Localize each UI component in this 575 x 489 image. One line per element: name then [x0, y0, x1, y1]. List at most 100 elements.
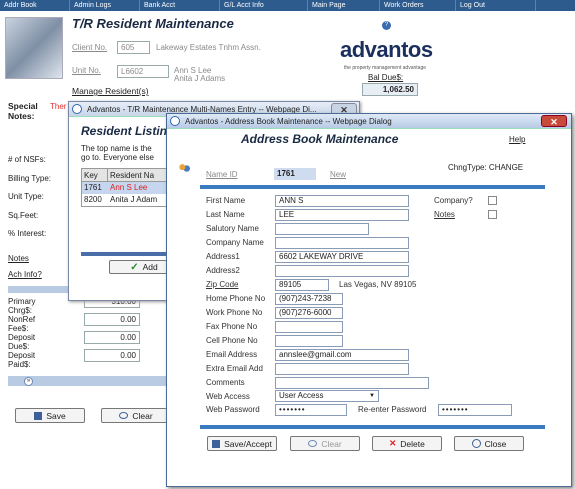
col-key: Key	[82, 169, 108, 181]
menu-item[interactable]: Work Orders	[380, 0, 456, 11]
charge-label: NonRef Fee$:	[8, 315, 36, 333]
listing-text-1: The top name is the	[81, 144, 152, 153]
dialog-bottom-divider	[200, 425, 545, 429]
circle-icon	[119, 412, 129, 419]
bal-due-value: 1,062.50	[362, 83, 418, 96]
client-no-field[interactable]: 605	[117, 41, 150, 54]
people-icon	[179, 164, 190, 173]
name-id-label[interactable]: Name ID	[206, 170, 238, 179]
advantos-logo: advantos	[340, 37, 433, 62]
col-name: Resident Na	[110, 171, 155, 180]
menu-item[interactable]: Bank Acct	[140, 0, 220, 11]
new-link[interactable]: New	[330, 170, 346, 179]
dialog-titlebar[interactable]: Advantos - Address Book Maintenance -- W…	[167, 114, 571, 129]
listing-text-2: go to. Everyone else	[81, 153, 154, 162]
floppy-icon	[34, 411, 43, 420]
unit-no-label[interactable]: Unit No.	[72, 66, 101, 75]
address-book-dialog: Advantos - Address Book Maintenance -- W…	[166, 113, 572, 487]
field-nsf: # of NSFs:	[8, 155, 46, 164]
charge-value[interactable]: 0.00	[84, 313, 140, 326]
gear-icon[interactable]: ?	[382, 21, 391, 30]
field-sqfeet: Sq.Feet:	[8, 210, 39, 220]
reenter-password-field[interactable]: •••••••	[438, 404, 512, 416]
menu-item[interactable]: Addr Book	[0, 0, 70, 11]
address2-field[interactable]	[275, 265, 409, 277]
company-checkbox[interactable]	[488, 196, 497, 205]
building-photo	[5, 17, 63, 79]
delete-button[interactable]: ✕ Delete	[372, 436, 442, 451]
city-state: Las Vegas, NV 89105	[339, 280, 417, 289]
web-password-field[interactable]: •••••••	[275, 404, 347, 416]
comments-field[interactable]	[275, 377, 429, 389]
email-field[interactable]: annslee@gmail.com	[275, 349, 409, 361]
notes-link[interactable]: Notes	[8, 254, 29, 263]
notes-link[interactable]: Notes	[434, 210, 455, 219]
chngtype: ChngType: CHANGE	[448, 163, 524, 172]
save-accept-button[interactable]: Save/Accept	[207, 436, 277, 451]
zip-code-label[interactable]: Zip Code	[206, 280, 238, 289]
first-name-label: First Name	[206, 196, 246, 205]
web-access-label: Web Access	[206, 392, 250, 401]
work-phone-field[interactable]: (907)276-6000	[275, 307, 343, 319]
first-name-field[interactable]: ANN S	[275, 195, 409, 207]
home-phone-field[interactable]: (907)243-7238	[275, 293, 343, 305]
last-name-label: Last Name	[206, 210, 245, 219]
chevron-down-icon: ▼	[369, 393, 375, 399]
close-button[interactable]: Close	[454, 436, 524, 451]
cell-phone-label: Cell Phone No	[206, 336, 258, 345]
company-q-label: Company?	[434, 196, 473, 205]
ie-icon	[72, 104, 82, 114]
company-name-label: Company Name	[206, 238, 264, 247]
charge-label: Deposit Paid$:	[8, 351, 36, 369]
unit-no-field[interactable]: L6602	[117, 65, 169, 78]
extra-email-field[interactable]	[275, 363, 409, 375]
address1-field[interactable]: 6602 LAKEWAY DRIVE	[275, 251, 409, 263]
charge-label: Deposit Due$:	[8, 333, 36, 351]
menu-item[interactable]: Admin Logs	[70, 0, 140, 11]
menu-item[interactable]: Log Out	[456, 0, 536, 11]
client-no-label[interactable]: Client No.	[72, 43, 107, 52]
help-link[interactable]: Help	[509, 135, 525, 144]
expand-icon[interactable]: »	[24, 377, 33, 386]
company-name-field[interactable]	[275, 237, 409, 249]
comments-label: Comments	[206, 378, 245, 387]
main-clear-button[interactable]: Clear	[101, 408, 171, 423]
dialog-close-icon[interactable]: ✕	[541, 115, 567, 127]
salutory-field[interactable]	[275, 223, 369, 235]
bal-due-label: Bal Due$:	[368, 73, 404, 82]
delete-icon: ✕	[389, 438, 397, 448]
listing-table: Key Resident Na 1761 Ann S Lee 8200 Anit…	[81, 168, 169, 207]
notes-checkbox[interactable]	[488, 210, 497, 219]
charge-label: Primary Chrg$:	[8, 297, 36, 315]
web-access-select[interactable]: User Access ▼	[275, 390, 379, 402]
zip-code-field[interactable]: 89105	[275, 279, 329, 291]
clear-button[interactable]: Clear	[290, 436, 360, 451]
work-phone-label: Work Phone No	[206, 308, 263, 317]
salutory-label: Salutory Name	[206, 224, 259, 233]
cell-phone-field[interactable]	[275, 335, 343, 347]
fax-phone-field[interactable]	[275, 321, 343, 333]
home-phone-label: Home Phone No	[206, 294, 266, 303]
table-row[interactable]: 8200 Anita J Adam	[82, 194, 168, 206]
main-save-button[interactable]: Save	[15, 408, 85, 423]
dialog-heading: Address Book Maintenance	[241, 132, 399, 146]
top-menu-bar: Addr Book Admin Logs Bank Acct G/L Acct Inf…	[0, 0, 575, 11]
manage-residents-link[interactable]: Manage Resident(s)	[72, 86, 149, 96]
field-unit-type: Unit Type:	[8, 192, 44, 201]
fax-phone-label: Fax Phone No	[206, 322, 258, 331]
menu-item[interactable]: G/L Acct Info	[220, 0, 308, 11]
no-entry-icon	[471, 439, 481, 448]
reenter-password-label: Re-enter Password	[358, 405, 427, 414]
ach-info-link[interactable]: Ach Info?	[8, 270, 42, 279]
left-fields: # of NSFs: Billing Type: Unit Type: Sq.F…	[8, 151, 51, 244]
charge-value[interactable]: 0.00	[84, 349, 140, 362]
web-password-label: Web Password	[206, 405, 260, 414]
resident-2: Anita J Adams	[174, 74, 226, 83]
menu-item[interactable]: Main Page	[308, 0, 380, 11]
charge-value[interactable]: 0.00	[84, 331, 140, 344]
floppy-icon	[212, 439, 221, 448]
circle-icon	[308, 440, 318, 447]
address2-label: Address2	[206, 266, 240, 275]
last-name-field[interactable]: LEE	[275, 209, 409, 221]
table-row[interactable]: 1761 Ann S Lee	[82, 182, 168, 194]
